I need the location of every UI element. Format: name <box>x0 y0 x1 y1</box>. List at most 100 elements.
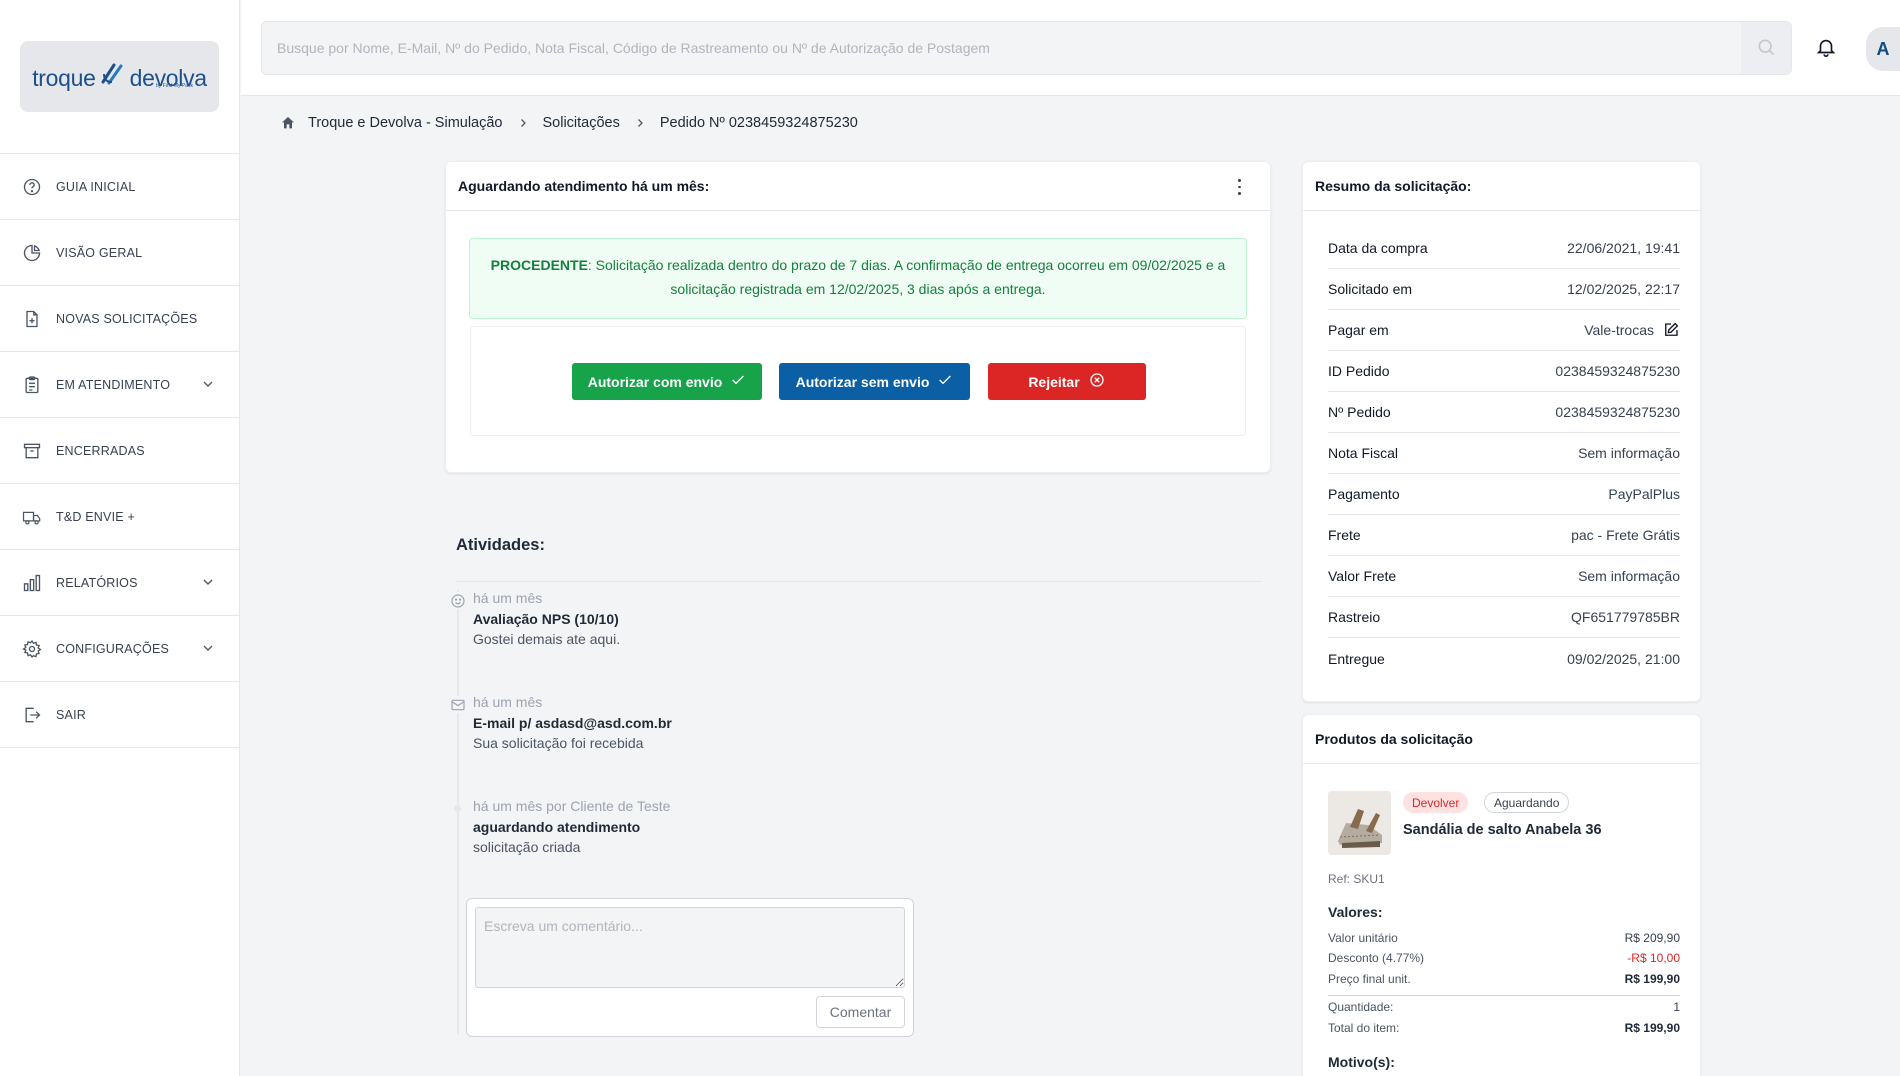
summary-value: 12/02/2025, 22:17 <box>1567 281 1680 297</box>
authorize-with-shipping-button[interactable]: Autorizar com envio <box>572 363 762 400</box>
chevron-down-icon[interactable] <box>200 376 216 392</box>
brand-logo[interactable]: troque devolva by Find My Pack <box>20 41 219 112</box>
sidebar-item-guia-inicial[interactable]: GUIA INICIAL <box>0 154 240 220</box>
sidebar-item-label: NOVAS SOLICITAÇÕES <box>56 311 198 326</box>
summary-value: Vale-trocas <box>1584 322 1654 338</box>
timeline-dot-icon <box>454 805 461 812</box>
more-options-icon[interactable] <box>1236 177 1242 197</box>
value-key: Preço final unit. <box>1328 972 1411 986</box>
help-circle-icon <box>22 177 42 197</box>
comment-input[interactable] <box>475 907 905 988</box>
chevron-right-icon <box>634 117 646 129</box>
sidebar-item-novas-solicitacoes[interactable]: NOVAS SOLICITAÇÕES <box>0 286 240 352</box>
summary-row: Data da compra 22/06/2021, 19:41 <box>1328 228 1680 269</box>
value-amount: R$ 199,90 <box>1624 972 1680 986</box>
value-key: Desconto (4.77%) <box>1328 951 1425 965</box>
smile-icon <box>449 592 466 609</box>
sidebar-item-visao-geral[interactable]: VISÃO GERAL <box>0 220 240 286</box>
sidebar-item-label: VISÃO GERAL <box>56 245 143 260</box>
summary-row: Valor Frete Sem informação <box>1328 556 1680 597</box>
summary-key: Data da compra <box>1328 240 1428 256</box>
sidebar-item-encerradas[interactable]: ENCERRADAS <box>0 418 240 484</box>
breadcrumb-item-store[interactable]: Troque e Devolva - Simulação <box>308 115 503 131</box>
comment-button[interactable]: Comentar <box>816 996 905 1028</box>
sidebar-item-em-atendimento[interactable]: EM ATENDIMENTO <box>0 352 240 418</box>
sidebar-item-label: T&D ENVIE + <box>56 509 135 524</box>
comment-box: Comentar <box>466 898 914 1037</box>
breadcrumb-item-requests[interactable]: Solicitações <box>543 115 620 131</box>
sidebar-nav: GUIA INICIAL VISÃO GERAL NOVAS SOLICITAÇ… <box>0 153 240 748</box>
search-icon <box>1756 37 1776 60</box>
request-status-card: Aguardando atendimento há um mês: PROCED… <box>445 161 1271 473</box>
chevron-down-icon[interactable] <box>200 574 216 590</box>
breadcrumb: Troque e Devolva - Simulação Solicitaçõe… <box>280 113 858 133</box>
sidebar-item-configuracoes[interactable]: CONFIGURAÇÕES <box>0 616 240 682</box>
product-ref: Ref: SKU1 <box>1328 872 1385 886</box>
sidebar-item-sair[interactable]: SAIR <box>0 682 240 748</box>
chevron-down-icon[interactable] <box>200 640 216 656</box>
summary-key: Entregue <box>1328 650 1385 667</box>
value-row: Valor unitário R$ 209,90 <box>1328 931 1680 945</box>
archive-icon <box>22 441 42 461</box>
summary-row: Nº Pedido 0238459324875230 <box>1328 392 1680 433</box>
summary-row: Nota Fiscal Sem informação <box>1328 433 1680 474</box>
card-title: Produtos da solicitação <box>1303 715 1700 764</box>
logo-mark-icon <box>100 62 126 91</box>
avatar[interactable]: A <box>1866 27 1900 71</box>
summary-key: Solicitado em <box>1328 281 1413 297</box>
values-divider <box>1328 995 1680 996</box>
logo-subtitle: by Find My Pack <box>156 83 193 89</box>
summary-row: Rastreio QF651779785BR <box>1328 597 1680 638</box>
notifications-button[interactable] <box>1806 28 1846 68</box>
button-label: Autorizar com envio <box>587 373 723 390</box>
card-title: Resumo da solicitação: <box>1303 162 1700 211</box>
activity-title: Avaliação NPS (10/10) <box>473 611 619 627</box>
notice-text-1: : Solicitação realizada dentro do prazo … <box>587 257 1226 273</box>
value-key: Total do item: <box>1328 1021 1400 1035</box>
home-icon[interactable] <box>280 115 296 131</box>
value-amount: -R$ 10,00 <box>1627 951 1680 965</box>
truck-icon <box>22 507 42 527</box>
sidebar-item-relatorios[interactable]: RELATÓRIOS <box>0 550 240 616</box>
reject-button[interactable]: Rejeitar <box>988 363 1146 400</box>
request-products-card: Produtos da solicitação Devolver Aguarda… <box>1302 714 1701 1076</box>
sidebar-item-td-envie[interactable]: T&D ENVIE + <box>0 484 240 550</box>
authorize-without-shipping-button[interactable]: Autorizar sem envio <box>779 363 970 400</box>
sidebar-item-label: RELATÓRIOS <box>56 575 138 590</box>
eligibility-notice: PROCEDENTE: Solicitação realizada dentro… <box>469 238 1247 319</box>
button-label: Autorizar sem envio <box>795 373 930 390</box>
activity-description: solicitação criada <box>473 839 581 855</box>
notice-text-2: solicitação registrada em 12/02/2025, 3 … <box>670 281 1046 297</box>
bar-chart-icon <box>22 573 42 593</box>
file-plus-icon <box>22 309 42 329</box>
top-header: A <box>241 0 1900 96</box>
actions-panel: Autorizar com envio Autorizar sem envio … <box>470 326 1246 436</box>
summary-list: Data da compra 22/06/2021, 19:41 Solicita… <box>1328 228 1680 679</box>
pie-chart-icon <box>22 243 42 263</box>
sidebar-item-label: SAIR <box>56 707 86 722</box>
value-key: Quantidade: <box>1328 1000 1394 1014</box>
search-button[interactable] <box>1741 22 1791 74</box>
value-key: Valor unitário <box>1328 931 1398 945</box>
activity-time: há um mês <box>473 590 543 606</box>
summary-value: Sem informação <box>1578 445 1680 461</box>
value-row: Desconto (4.77%) -R$ 10,00 <box>1328 951 1680 965</box>
edit-icon[interactable] <box>1662 321 1680 339</box>
summary-row: Pagamento PayPalPlus <box>1328 474 1680 515</box>
summary-value: QF651779785BR <box>1571 609 1680 625</box>
value-amount: R$ 199,90 <box>1624 1021 1680 1035</box>
breadcrumb-item-order: Pedido Nº 0238459324875230 <box>659 115 858 131</box>
activities-title: Atividades: <box>456 536 545 554</box>
bell-icon <box>1815 36 1837 61</box>
summary-key: Rastreio <box>1328 609 1381 625</box>
summary-row: ID Pedido 0238459324875230 <box>1328 351 1680 392</box>
check-icon <box>730 372 746 391</box>
sidebar: troque devolva by Find My Pack GUIA INIC… <box>0 0 240 1076</box>
action-badge: Devolver <box>1403 792 1469 813</box>
summary-value: 0238459324875230 <box>1555 363 1680 379</box>
product-image[interactable] <box>1328 791 1391 855</box>
search-input[interactable] <box>262 22 1742 74</box>
value-amount: 1 <box>1673 1000 1680 1014</box>
summary-row: Pagar em Vale-trocas <box>1328 310 1680 351</box>
sidebar-item-label: CONFIGURAÇÕES <box>56 641 170 656</box>
